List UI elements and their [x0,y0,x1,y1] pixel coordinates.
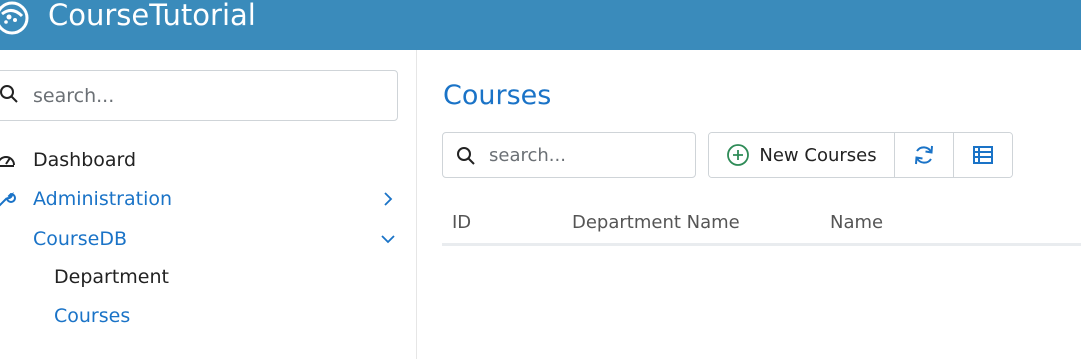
sidebar-subitem-courses[interactable]: Courses [54,301,130,331]
chevron-right-icon [384,192,393,206]
dashboard-gauge-icon [0,156,15,167]
column-header-department-name[interactable]: Department Name [572,210,740,236]
refresh-button[interactable] [894,133,953,177]
new-courses-label: New Courses [759,144,877,166]
sidebar-item-dashboard[interactable]: Dashboard [0,144,410,176]
app-title[interactable]: CourseTutorial [48,0,256,34]
chevron-down-icon [381,235,395,244]
table-search-box[interactable] [442,132,696,178]
toolbar-button-group: New Courses [708,132,1013,178]
page-title: Courses [443,80,552,111]
refresh-icon [915,145,933,165]
top-bar: CourseTutorial [0,0,1081,50]
plus-circle-icon [727,144,750,166]
sidebar-item-coursedb[interactable]: CourseDB [0,223,410,255]
search-icon [457,147,475,165]
wrench-icon [0,191,16,207]
column-header-id[interactable]: ID [452,210,471,236]
sidebar-search-input[interactable] [33,81,373,111]
table-header-row: ID Department Name Name [442,202,1081,246]
app-logo-icon[interactable] [0,0,32,36]
main-content: Courses New Courses [418,50,1081,359]
sidebar-item-label: Dashboard [33,149,137,171]
table-search-input[interactable] [489,141,689,169]
sidebar-search-box[interactable] [0,70,398,121]
table-columns-icon [973,146,993,164]
search-icon [0,85,18,103]
sidebar-item-administration[interactable]: Administration [0,183,410,215]
column-header-name[interactable]: Name [830,210,883,236]
column-picker-button[interactable] [953,133,1012,177]
sidebar-item-label: Administration [33,188,173,210]
sidebar-item-label: CourseDB [33,228,127,250]
sidebar-subitem-department[interactable]: Department [54,262,169,292]
new-courses-button[interactable]: New Courses [709,133,894,177]
sidebar: Dashboard Administration CourseDB Depart… [0,50,417,359]
